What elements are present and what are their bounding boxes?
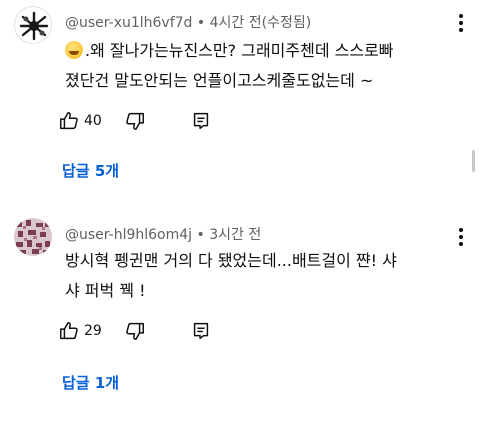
timestamp: • 4시간 전(수정됨) — [196, 15, 312, 31]
comment-line-1: .왜 잘나가는뉴진스만? 그래미주첸데 스스로빠 — [85, 41, 394, 60]
thumbs-down-icon — [126, 112, 144, 130]
like-button[interactable] — [58, 316, 80, 346]
more-vert-icon[interactable] — [458, 228, 464, 246]
username[interactable]: @user-xu1lh6vf7d — [65, 15, 192, 31]
thumbs-up-icon — [60, 112, 78, 130]
comment-text: .왜 잘나가는뉴진스만? 그래미주첸데 스스로빠 졌단건 말도안되는 언플이고스… — [65, 36, 435, 96]
like-count: 29 — [84, 323, 102, 339]
grinning-sweat-emoji — [65, 41, 83, 59]
comment-meta: @user-hl9hl6om4j • 3시간 전 — [65, 224, 261, 244]
thumbs-up-icon — [60, 322, 78, 340]
avatar[interactable] — [14, 218, 52, 256]
comment-1: @user-xu1lh6vf7d • 4시간 전(수정됨) .왜 잘나가는뉴진스… — [0, 0, 480, 200]
timestamp: • 3시간 전 — [196, 227, 262, 243]
like-button[interactable] — [58, 106, 80, 136]
more-vert-icon[interactable] — [458, 14, 464, 32]
avatar[interactable] — [14, 6, 52, 44]
dislike-button[interactable] — [124, 106, 146, 136]
scrollbar[interactable] — [472, 150, 475, 172]
comment-reply-icon[interactable] — [190, 106, 212, 136]
thumbs-down-icon — [126, 322, 144, 340]
comment-text: 방시혁 펭귄맨 거의 다 됐었는데...배트걸이 쨘! 샤 샤 퍼벅 꿱 ! — [65, 246, 445, 306]
view-replies-button[interactable]: 답글 1개 — [62, 372, 119, 393]
comment-meta: @user-xu1lh6vf7d • 4시간 전(수정됨) — [65, 12, 311, 32]
comment-reply-icon[interactable] — [190, 316, 212, 346]
username[interactable]: @user-hl9hl6om4j — [65, 227, 192, 243]
comment-line-2: 졌단건 말도안되는 언플이고스케줄도없는데 ~ — [65, 71, 374, 90]
comment-line-1: 방시혁 펭귄맨 거의 다 됐었는데...배트걸이 쨘! 샤 — [65, 251, 397, 270]
like-count: 40 — [84, 113, 102, 129]
view-replies-button[interactable]: 답글 5개 — [62, 160, 119, 181]
dislike-button[interactable] — [124, 316, 146, 346]
comment-2: @user-hl9hl6om4j • 3시간 전 방시혁 펭귄맨 거의 다 됐었… — [0, 210, 480, 425]
comment-line-2: 샤 퍼벅 꿱 ! — [65, 281, 146, 300]
